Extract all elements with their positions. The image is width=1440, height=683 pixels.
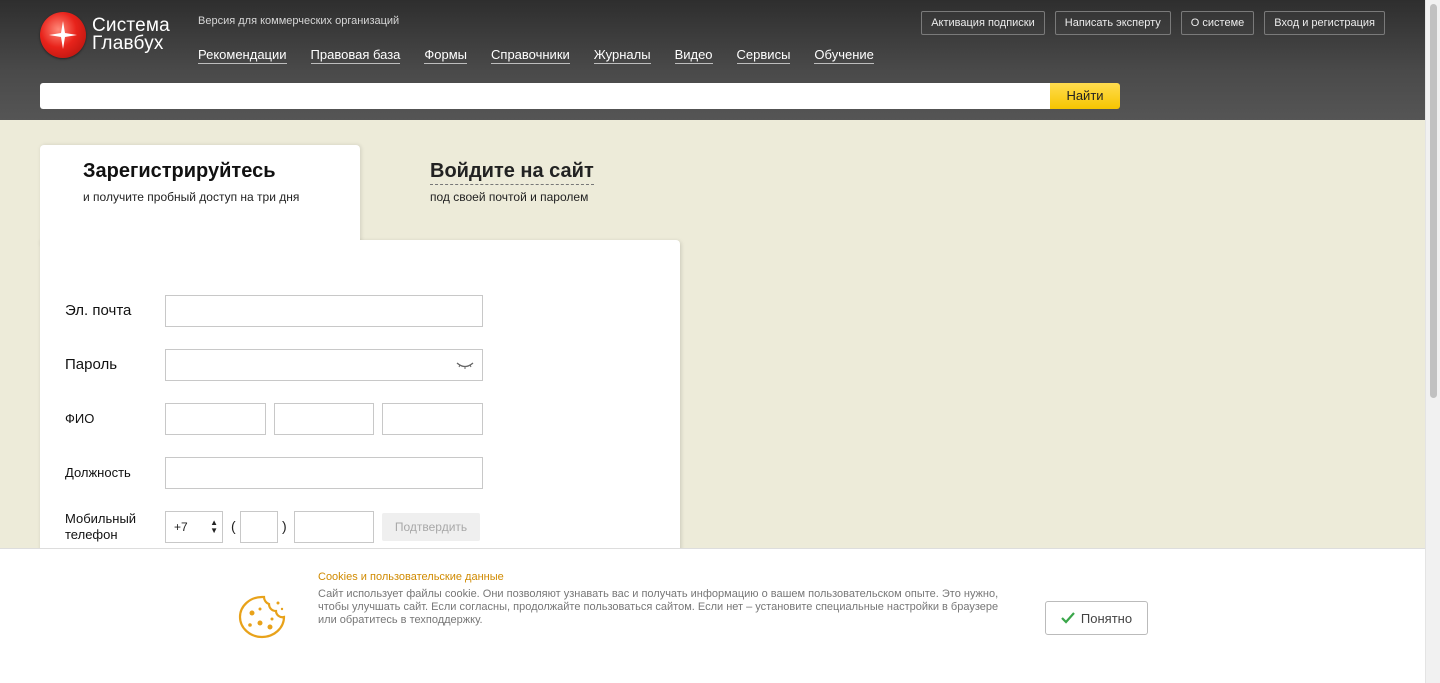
- ask-expert-button[interactable]: Написать эксперту: [1054, 11, 1171, 35]
- nav-legal-base[interactable]: Правовая база: [310, 47, 401, 64]
- fio-label: ФИО: [65, 411, 95, 426]
- cookie-text: Сайт использует файлы cookie. Они позвол…: [318, 588, 999, 626]
- nav-education[interactable]: Обучение: [814, 47, 874, 64]
- nav-services[interactable]: Сервисы: [736, 47, 791, 64]
- tab-register-title: Зарегистрируйтесь: [83, 160, 276, 182]
- phone-label-line2: телефон: [65, 527, 118, 542]
- phone-code: +7: [174, 520, 188, 534]
- panel-join: [40, 235, 360, 245]
- phone-label-line1: Мобильный: [65, 511, 137, 526]
- nav-recommendations[interactable]: Рекомендации: [198, 47, 287, 64]
- scrollbar-thumb[interactable]: [1430, 4, 1437, 398]
- nav-reference[interactable]: Справочники: [491, 47, 570, 64]
- logo-star-icon: [40, 12, 86, 58]
- phone-country-select[interactable]: +7 ▲ ▼: [165, 511, 223, 543]
- logo[interactable]: Система Главбух: [40, 12, 170, 58]
- show-password-icon[interactable]: [456, 360, 474, 370]
- paren-open: (: [231, 518, 236, 534]
- tab-register[interactable]: Зарегистрируйтесь и получите пробный дос…: [40, 145, 360, 245]
- tab-login-title[interactable]: Войдите на сайт: [430, 160, 594, 185]
- last-name-field[interactable]: [165, 403, 266, 435]
- search-input[interactable]: [40, 83, 1050, 109]
- nav-journals[interactable]: Журналы: [593, 47, 651, 64]
- phone-label: Мобильный телефон: [65, 511, 136, 543]
- activate-subscription-button[interactable]: Активация подписки: [921, 11, 1045, 35]
- paren-close: ): [282, 518, 287, 534]
- position-label: Должность: [65, 465, 131, 480]
- cookie-title: Cookies и пользовательские данные: [318, 571, 504, 583]
- email-label: Эл. почта: [65, 302, 132, 319]
- version-text: Версия для коммерческих организаций: [198, 15, 400, 27]
- logo-line2: Главбух: [92, 33, 164, 54]
- cookie-accept-button[interactable]: Понятно: [1045, 601, 1148, 635]
- tab-register-subtitle: и получите пробный доступ на три дня: [83, 190, 300, 204]
- confirm-phone-button[interactable]: Подтвердить: [382, 513, 480, 541]
- middle-name-field[interactable]: [382, 403, 483, 435]
- cookie-accept-label: Понятно: [1080, 610, 1133, 626]
- tab-login-subtitle: под своей почтой и паролем: [430, 190, 589, 204]
- position-field[interactable]: [165, 457, 483, 489]
- phone-area-code-field[interactable]: [240, 511, 278, 543]
- page-scrollbar[interactable]: [1425, 0, 1440, 683]
- email-field[interactable]: [165, 295, 483, 327]
- search-button[interactable]: Найти: [1050, 83, 1120, 109]
- site-header: Система Главбух Версия для коммерческих …: [0, 0, 1425, 120]
- about-button[interactable]: О системе: [1180, 11, 1255, 35]
- first-name-field[interactable]: [274, 403, 374, 435]
- logo-text: Система Главбух: [92, 16, 170, 54]
- select-arrows-icon: ▲ ▼: [210, 518, 218, 535]
- top-buttons: Активация подписки Написать эксперту О с…: [921, 11, 1385, 35]
- cookie-icon: [238, 595, 286, 639]
- main-nav: Рекомендации Правовая база Формы Справоч…: [198, 47, 874, 64]
- nav-forms[interactable]: Формы: [424, 47, 468, 64]
- password-field[interactable]: [165, 349, 483, 381]
- password-label: Пароль: [65, 356, 118, 373]
- phone-number-field[interactable]: [294, 511, 374, 543]
- nav-video[interactable]: Видео: [674, 47, 713, 64]
- login-register-button[interactable]: Вход и регистрация: [1264, 11, 1385, 35]
- check-icon: [1061, 612, 1075, 624]
- cookie-banner: Cookies и пользовательские данные Сайт и…: [0, 548, 1425, 683]
